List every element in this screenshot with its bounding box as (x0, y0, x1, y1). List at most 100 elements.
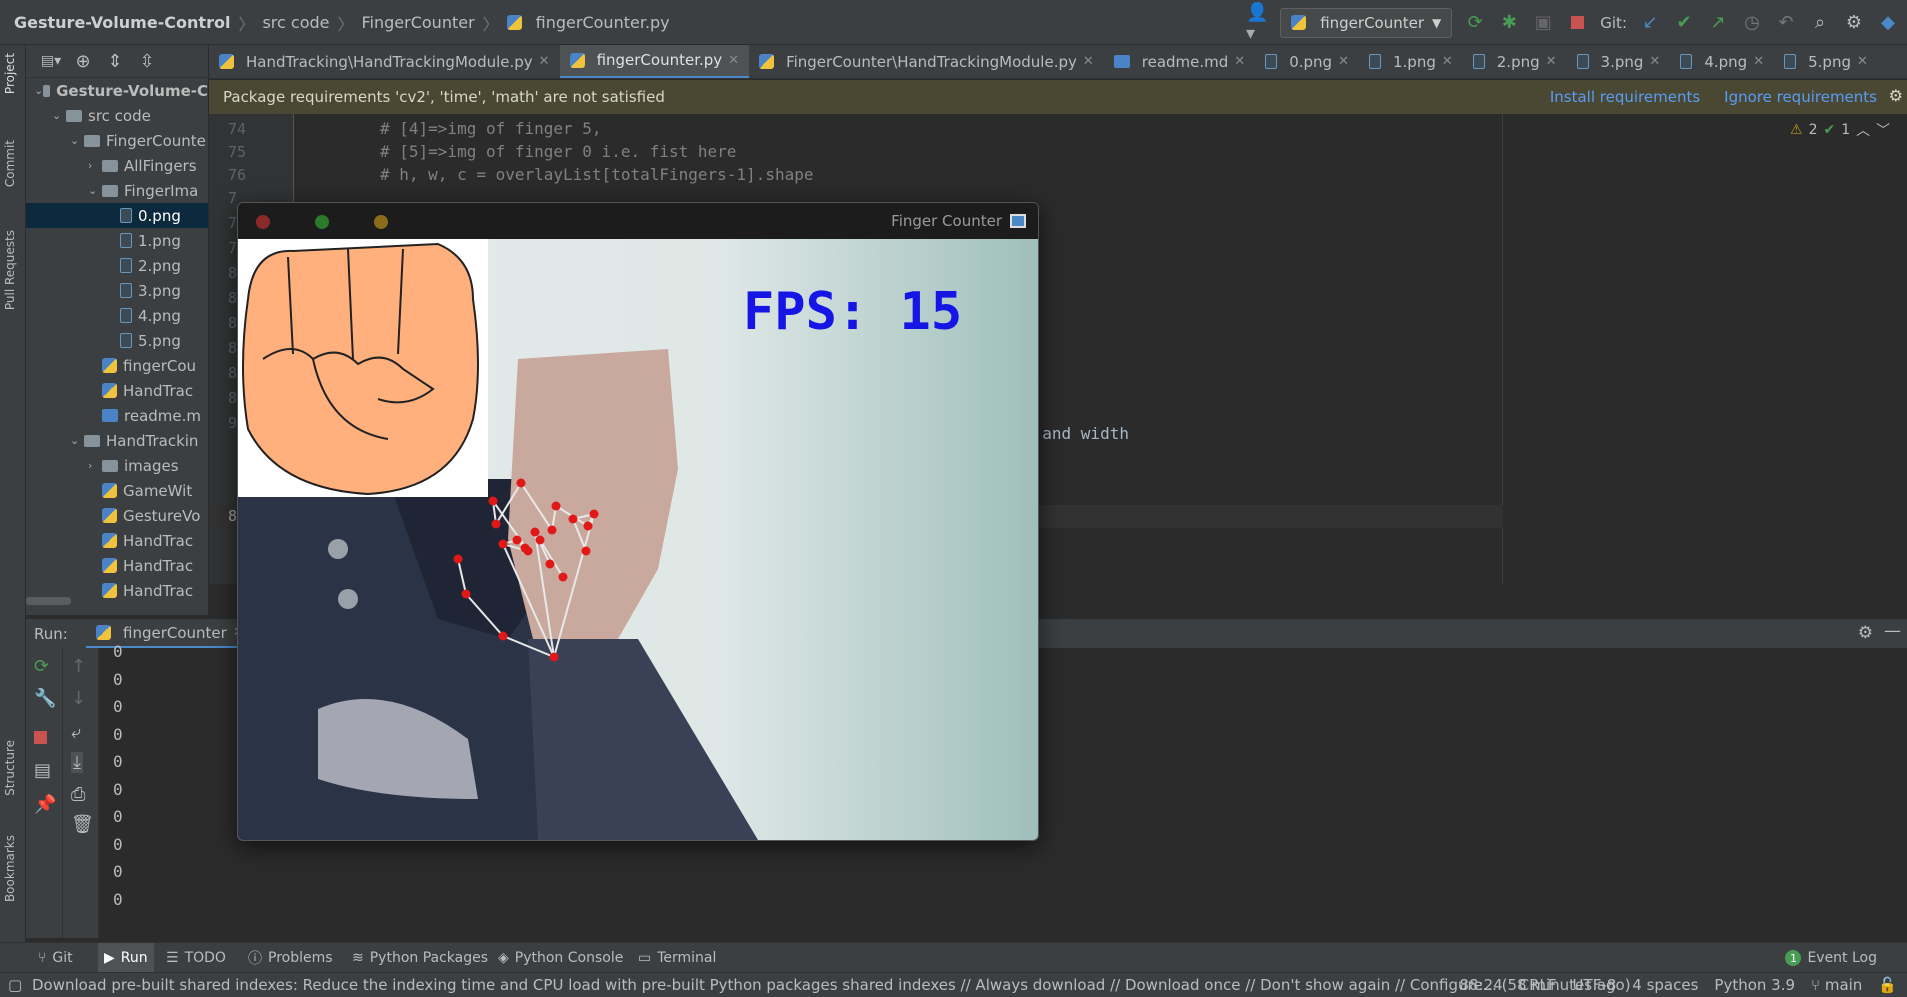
minimize-window-button[interactable] (374, 215, 388, 229)
close-icon[interactable]: ✕ (728, 53, 739, 68)
run-configuration-select[interactable]: fingerCounter ▼ (1280, 7, 1453, 38)
window-titlebar[interactable]: Finger Counter (238, 203, 1038, 239)
tree-item[interactable]: ⌄ Gesture-Volume-C (26, 78, 208, 103)
breadcrumb-src-code[interactable]: src code (262, 13, 329, 32)
close-icon[interactable]: ✕ (539, 54, 550, 69)
editor-tab[interactable]: fingerCounter.py ✕ (559, 45, 750, 78)
tree-item[interactable]: 5.png (26, 328, 208, 353)
stop-icon[interactable] (1566, 12, 1588, 34)
tool-window-button[interactable]: ⑂ Git (38, 943, 73, 973)
rerun-icon[interactable]: ⟳ (1464, 12, 1486, 34)
code-line[interactable]: # [4]=>img of finger 5, (380, 119, 602, 138)
tool-window-button[interactable]: ◈ Python Console (498, 943, 623, 973)
trash-icon[interactable]: 🗑 (71, 814, 94, 835)
coverage-icon[interactable]: ▣ (1532, 12, 1554, 34)
tree-item[interactable]: 0.png (26, 203, 208, 228)
status-message[interactable]: Download pre-built shared indexes: Reduc… (32, 976, 1631, 994)
event-log-button[interactable]: 1 Event Log (1785, 943, 1877, 973)
arrow-up-icon[interactable]: ↑ (71, 656, 86, 677)
editor-tab[interactable]: 0.png ✕ (1255, 45, 1359, 78)
project-view-icon[interactable]: ▤▾ (40, 50, 62, 72)
install-requirements-link[interactable]: Install requirements (1550, 88, 1700, 106)
tree-item[interactable]: HandTrac (26, 528, 208, 553)
tree-item[interactable]: › images (26, 453, 208, 478)
rerun-icon[interactable]: ⟳ (34, 656, 49, 677)
tool-window-button[interactable]: ☰ TODO (166, 943, 226, 973)
chevron-down-icon[interactable]: ⌄ (70, 134, 84, 147)
editor-tab[interactable]: HandTracking\HandTrackingModule.py ✕ (209, 45, 560, 78)
close-icon[interactable]: ✕ (1857, 54, 1868, 69)
caret-position[interactable]: 88:24 (1459, 976, 1502, 994)
git-push-icon[interactable]: ↗ (1707, 12, 1729, 34)
soft-wrap-icon[interactable]: ⤶ (71, 722, 81, 743)
editor-tab[interactable]: 2.png ✕ (1463, 45, 1567, 78)
interpreter[interactable]: Python 3.9 (1714, 976, 1795, 994)
collapse-all-icon[interactable]: ⇳ (136, 50, 158, 72)
chevron-down-icon[interactable]: ⌄ (70, 434, 84, 447)
debug-icon[interactable]: ✱ (1498, 12, 1520, 34)
close-icon[interactable]: ✕ (1546, 54, 1557, 69)
editor-tab[interactable]: 5.png ✕ (1774, 45, 1878, 78)
git-update-icon[interactable]: ↙ (1639, 12, 1661, 34)
chevron-right-icon[interactable]: › (88, 459, 102, 472)
bookmarks-tool-button[interactable]: Bookmarks (3, 835, 17, 902)
tree-item[interactable]: GestureVo (26, 503, 208, 528)
editor-tab[interactable]: readme.md ✕ (1104, 45, 1255, 78)
gear-icon[interactable]: ⚙ (1858, 623, 1873, 643)
tree-item[interactable]: ⌄ HandTrackin (26, 428, 208, 453)
close-icon[interactable]: ✕ (1083, 54, 1094, 69)
close-icon[interactable]: ✕ (1442, 54, 1453, 69)
chevron-down-icon[interactable]: ⌄ (88, 184, 102, 197)
rollback-icon[interactable]: ↶ (1775, 12, 1797, 34)
history-icon[interactable]: ◷ (1741, 12, 1763, 34)
editor-tab[interactable]: FingerCounter\HandTrackingModule.py ✕ (749, 45, 1104, 78)
pull-requests-tool-button[interactable]: Pull Requests (3, 230, 17, 310)
editor-tab[interactable]: 4.png ✕ (1670, 45, 1774, 78)
stop-icon[interactable] (34, 728, 47, 749)
code-line[interactable]: # h, w, c = overlayList[totalFingers-1].… (380, 165, 813, 184)
pin-icon[interactable]: 📌 (34, 794, 56, 815)
chevron-up-icon[interactable]: ︿ (1856, 120, 1870, 140)
git-branch[interactable]: ⑂ main (1811, 976, 1862, 994)
chevron-right-icon[interactable]: › (88, 159, 102, 172)
close-icon[interactable]: ✕ (1649, 54, 1660, 69)
search-icon[interactable]: ⌕ (1809, 12, 1831, 34)
inspection-widget[interactable]: ⚠ 2 ✔ 1 ︿ ﹀ (1790, 120, 1890, 140)
tree-item[interactable]: HandTrac (26, 553, 208, 578)
close-icon[interactable]: ✕ (1338, 54, 1349, 69)
ignore-requirements-link[interactable]: Ignore requirements (1724, 88, 1877, 106)
project-tool-button[interactable]: Project (3, 53, 17, 94)
editor-tab[interactable]: 1.png ✕ (1359, 45, 1463, 78)
code-line[interactable]: # [5]=>img of finger 0 i.e. fist here (380, 142, 736, 161)
wrench-icon[interactable]: 🔧 (34, 688, 56, 709)
tree-item[interactable]: ⌄ src code (26, 103, 208, 128)
chevron-down-icon[interactable]: ⌄ (52, 109, 66, 122)
close-icon[interactable]: ✕ (1234, 54, 1245, 69)
tree-item[interactable]: fingerCou (26, 353, 208, 378)
tool-window-button[interactable]: ▶ Run (98, 943, 154, 973)
chevron-down-icon[interactable]: ⌄ (34, 84, 43, 97)
layout-icon[interactable]: ▤ (34, 760, 51, 781)
tree-item[interactable]: HandTrac (26, 378, 208, 403)
gear-icon[interactable]: ⚙ (1889, 86, 1903, 105)
minimize-icon[interactable]: — (1884, 621, 1901, 641)
tree-item[interactable]: › AllFingers (26, 153, 208, 178)
print-icon[interactable]: ⎙ (71, 784, 85, 805)
tree-item[interactable]: GameWit (26, 478, 208, 503)
tree-item[interactable]: 1.png (26, 228, 208, 253)
expand-all-icon[interactable]: ⇕ (104, 50, 126, 72)
arrow-down-icon[interactable]: ↓ (71, 688, 86, 709)
tree-item[interactable]: ⌄ FingerIma (26, 178, 208, 203)
tree-item[interactable]: 4.png (26, 303, 208, 328)
chevron-down-icon[interactable]: ﹀ (1876, 120, 1890, 140)
finger-counter-window[interactable]: Finger Counter FPS: 15 (237, 202, 1039, 841)
line-separator[interactable]: CRLF (1519, 976, 1557, 994)
indent-setting[interactable]: 4 spaces (1632, 976, 1698, 994)
scroll-to-end-icon[interactable]: ⤓ (71, 752, 83, 773)
close-window-button[interactable] (256, 215, 270, 229)
tool-window-button[interactable]: ≋ Python Packages (352, 943, 488, 973)
locate-icon[interactable]: ⊕ (72, 50, 94, 72)
commit-tool-button[interactable]: Commit (3, 140, 17, 187)
tree-item[interactable]: ⌄ FingerCounte (26, 128, 208, 153)
tool-window-button[interactable]: ⓘ Problems (248, 943, 333, 973)
